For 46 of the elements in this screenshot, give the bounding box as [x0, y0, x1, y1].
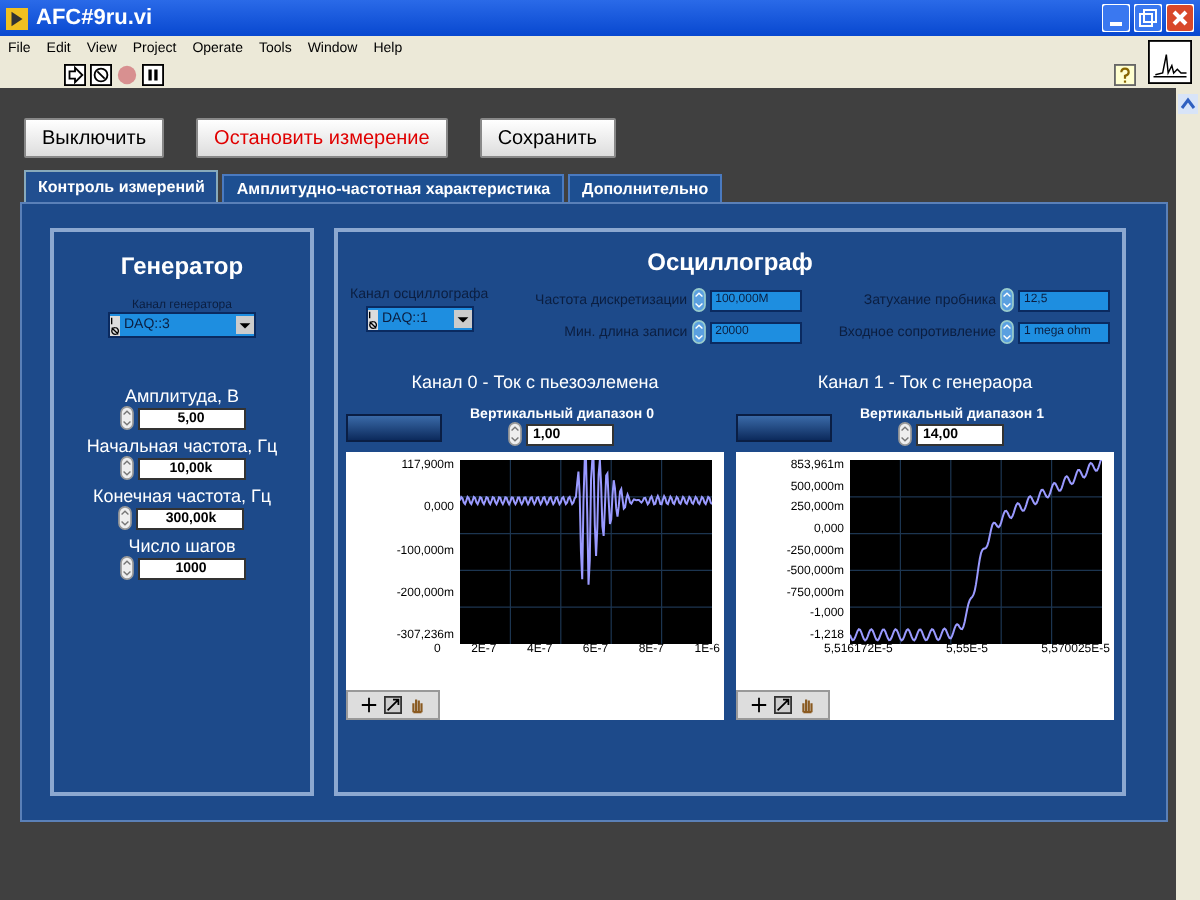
- restore-icon[interactable]: [1134, 4, 1162, 32]
- scroll-up-icon[interactable]: [1178, 94, 1198, 114]
- hand-icon[interactable]: [798, 696, 816, 714]
- spinner-icon[interactable]: [119, 556, 133, 580]
- spinner-icon[interactable]: [691, 288, 706, 312]
- graph-icon: [1148, 40, 1192, 84]
- spinner-icon[interactable]: [508, 422, 523, 446]
- crosshair-icon[interactable]: [750, 696, 768, 714]
- field-label: Число шагов: [128, 536, 236, 556]
- window-title: AFC#9ru.vi: [36, 6, 155, 30]
- indicator-light[interactable]: [346, 413, 442, 441]
- spinner-icon[interactable]: [898, 422, 913, 446]
- tab[interactable]: Дополнительно: [568, 174, 723, 202]
- spinner-icon[interactable]: [1000, 288, 1014, 312]
- panel-title: Осциллограф: [647, 248, 813, 276]
- panel-button[interactable]: Выключить: [24, 118, 165, 158]
- spinner-icon[interactable]: [119, 406, 133, 430]
- panel-button[interactable]: Остановить измерение: [196, 118, 448, 158]
- scrollbar[interactable]: [1176, 88, 1200, 900]
- io-icon: [110, 315, 120, 335]
- run-arrow-icon[interactable]: [64, 63, 86, 85]
- field-label: Амплитуда, В: [124, 386, 240, 406]
- io-icon: [368, 309, 378, 329]
- tab[interactable]: Амплитудно-частотная характеристика: [222, 174, 565, 202]
- field-label: Начальная частота, Гц: [86, 436, 278, 456]
- zoom-icon[interactable]: [384, 696, 402, 714]
- spinner-icon[interactable]: [118, 506, 133, 530]
- spinner-icon[interactable]: [691, 320, 706, 344]
- zoom-icon[interactable]: [774, 696, 792, 714]
- indicator-light[interactable]: [736, 413, 832, 441]
- pause-icon[interactable]: [142, 63, 164, 85]
- app-icon: [6, 7, 28, 29]
- spinner-icon[interactable]: [1000, 320, 1014, 344]
- help-icon[interactable]: [1114, 63, 1136, 85]
- spinner-icon[interactable]: [119, 456, 133, 480]
- hand-icon[interactable]: [408, 696, 426, 714]
- crosshair-icon[interactable]: [360, 696, 378, 714]
- field-label: Конечная частота, Гц: [92, 486, 272, 506]
- panel-button[interactable]: Сохранить: [479, 118, 616, 158]
- channel-title: Канал 0 - Ток с пьезоэлемена: [411, 372, 659, 392]
- panel-title: Генератор: [120, 252, 244, 280]
- channel-title: Канал 1 - Ток с генераора: [817, 372, 1033, 392]
- run-continuously-icon[interactable]: [90, 63, 112, 85]
- close-icon[interactable]: [1166, 4, 1194, 32]
- minimize-icon[interactable]: [1102, 4, 1130, 32]
- tab[interactable]: Контроль измерений: [24, 170, 219, 202]
